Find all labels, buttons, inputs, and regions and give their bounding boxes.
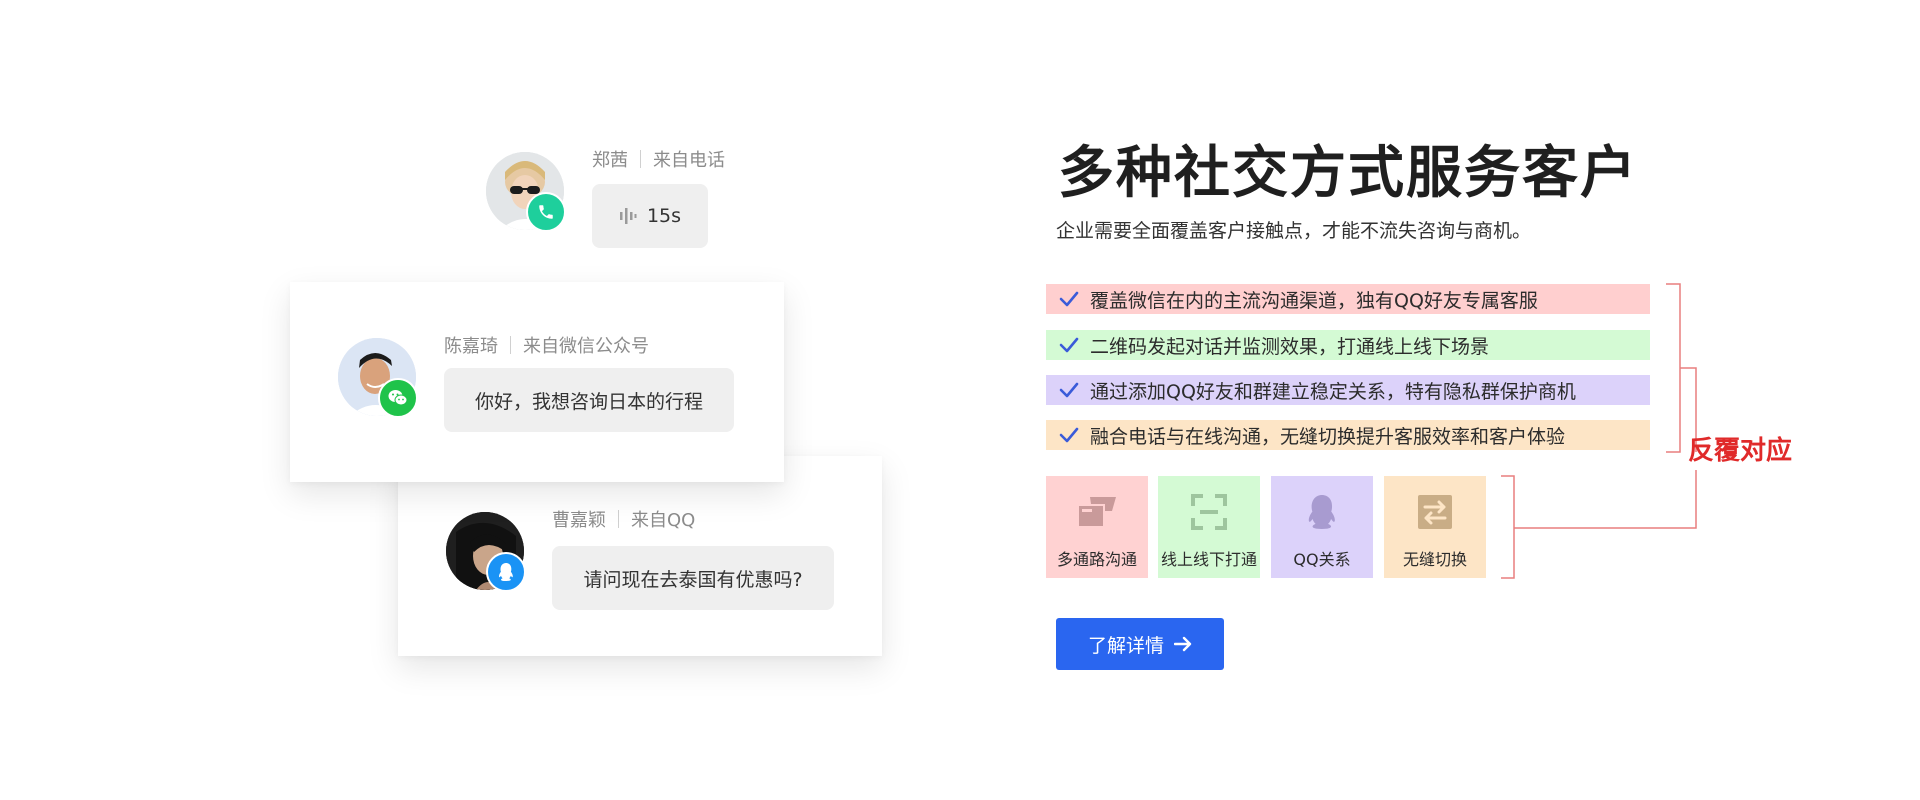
feature-text: 融合电话与在线沟通，无缝切换提升客服效率和客户体验 [1090,425,1566,448]
arrow-right-icon [1174,636,1192,652]
contact-name: 郑茜 [592,150,628,171]
qq-icon [486,552,526,592]
multi-channel-icon [1075,492,1119,532]
tile-label: 无缝切换 [1402,550,1467,569]
qr-scan-icon [1187,492,1231,532]
message-bubble[interactable]: 你好，我想咨询日本的行程 [444,368,734,432]
check-icon [1056,380,1082,400]
page-subtitle: 企业需要全面覆盖客户接触点，才能不流失咨询与商机。 [1056,220,1532,242]
tile-label: 线上线下打通 [1160,550,1257,569]
contact-source: 来自微信公众号 [523,336,649,357]
correspondence-bracket [1501,283,1697,579]
conversation-meta-3: 曹嘉颖 来自QQ [552,506,695,532]
message-text: 请问现在去泰国有优惠吗? [583,568,803,591]
voice-message-bubble[interactable]: 15s [592,184,708,248]
contact-name: 陈嘉琦 [444,336,498,357]
tile-label: QQ关系 [1293,550,1351,569]
check-icon [1056,289,1082,309]
message-bubble[interactable]: 请问现在去泰国有优惠吗? [552,546,834,610]
message-text: 你好，我想咨询日本的行程 [474,390,703,413]
check-icon [1056,425,1082,445]
tile-qq-relation: QQ关系 [1271,476,1373,578]
meta-divider [618,510,619,528]
feature-text: 二维码发起对话并监测效果，打通线上线下场景 [1090,335,1490,358]
contact-source: 来自QQ [631,510,696,531]
tile-online-offline: 线上线下打通 [1158,476,1260,578]
wechat-icon [378,378,418,418]
tile-seamless-switch: 无缝切换 [1384,476,1486,578]
conversation-meta-2: 陈嘉琦 来自微信公众号 [444,332,649,358]
contact-source: 来自电话 [653,150,725,171]
contact-name: 曹嘉颖 [552,510,606,531]
tile-label: 多通路沟通 [1056,550,1137,569]
page-title: 多种社交方式服务客户 [1058,141,1638,206]
correspondence-label: 反覆对应 [1688,436,1793,466]
qq-penguin-icon [1300,492,1344,532]
phone-icon [526,192,566,232]
feature-text: 覆盖微信在内的主流沟通渠道，独有QQ好友专属客服 [1090,289,1538,312]
conversation-meta-1: 郑茜 来自电话 [592,146,725,172]
meta-divider [640,150,641,168]
learn-more-label: 了解详情 [1087,634,1164,657]
conversation-card-wechat[interactable]: 陈嘉琦 来自微信公众号 你好，我想咨询日本的行程 [290,282,784,482]
voice-duration: 15s [646,205,682,227]
voice-wave-icon [619,208,637,224]
learn-more-button[interactable]: 了解详情 [1056,618,1224,670]
check-icon [1056,335,1082,355]
tile-multi-channel: 多通路沟通 [1046,476,1148,578]
meta-divider [510,336,511,354]
conversation-card-qq[interactable]: 曹嘉颖 来自QQ 请问现在去泰国有优惠吗? [398,456,882,656]
switch-icon [1413,492,1457,532]
